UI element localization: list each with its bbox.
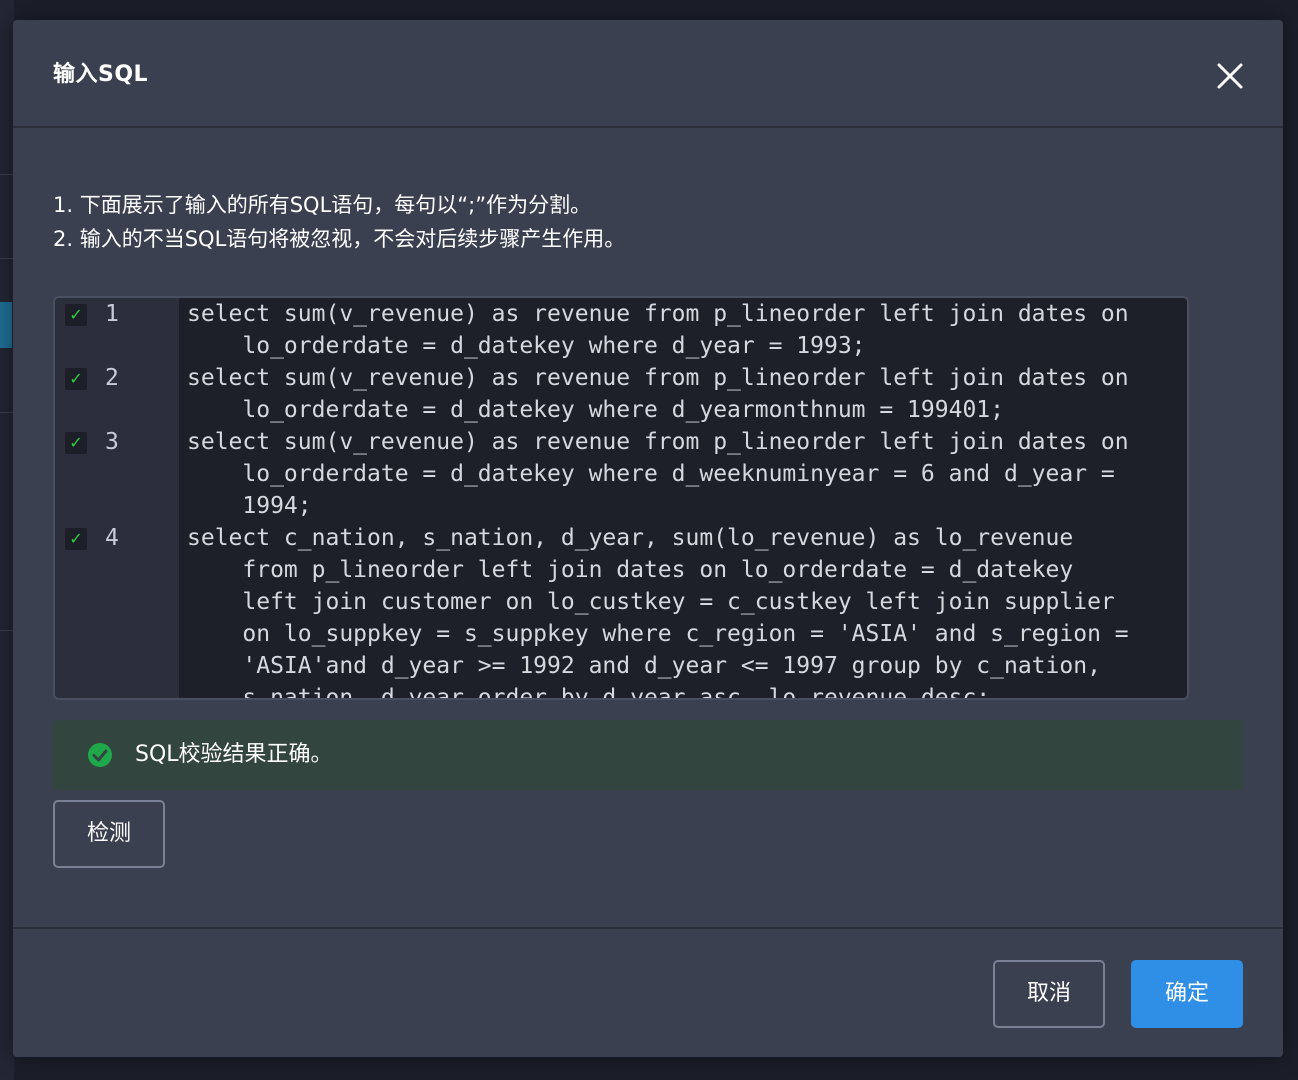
sql-input-dialog: 输入SQL 1. 下面展示了输入的所有SQL语句，每句以“;”作为分割。 2. … [13, 20, 1283, 1057]
check-circle-icon [88, 743, 112, 767]
code-line: s_nation, d_year order by d_year asc, lo… [187, 685, 991, 700]
validation-result-text: SQL校验结果正确。 [135, 742, 333, 767]
instruction-line-2: 2. 输入的不当SQL语句将被忽视，不会对后续步骤产生作用。 [53, 227, 626, 251]
code-line: lo_orderdate = d_datekey where d_yearmon… [187, 397, 1004, 423]
code-line: lo_orderdate = d_datekey where d_year = … [187, 333, 866, 359]
dialog-header: 输入SQL [13, 20, 1283, 128]
code-line: select sum(v_revenue) as revenue from p_… [187, 301, 1129, 327]
background-panel [0, 0, 14, 1080]
code-line: select sum(v_revenue) as revenue from p_… [187, 429, 1129, 455]
editor-gutter: ✓ 1 ✓ 2 ✓ 3 ✓ 4 [55, 298, 179, 698]
footer-divider [13, 927, 1283, 929]
code-line: from p_lineorder left join dates on lo_o… [187, 557, 1074, 583]
background-highlight [0, 302, 12, 348]
code-line: 1994; [187, 493, 312, 519]
close-icon [1217, 63, 1243, 89]
sql-editor[interactable]: ✓ 1 ✓ 2 ✓ 3 ✓ 4 select sum(v_revenue) as… [53, 296, 1189, 700]
background-divider [0, 174, 14, 175]
validation-result-banner: SQL校验结果正确。 [53, 720, 1243, 790]
code-line: left join customer on lo_custkey = c_cus… [187, 589, 1115, 615]
cancel-button[interactable]: 取消 [993, 960, 1105, 1028]
code-line: select sum(v_revenue) as revenue from p_… [187, 365, 1129, 391]
statement-checkbox[interactable]: ✓ [65, 368, 87, 390]
background-divider [0, 630, 14, 631]
instructions: 1. 下面展示了输入的所有SQL语句，每句以“;”作为分割。 2. 输入的不当S… [53, 188, 625, 256]
statement-checkbox[interactable]: ✓ [65, 528, 87, 550]
statement-number: 1 [105, 301, 119, 327]
statement-checkbox[interactable]: ✓ [65, 432, 87, 454]
statement-checkbox[interactable]: ✓ [65, 304, 87, 326]
instruction-line-1: 1. 下面展示了输入的所有SQL语句，每句以“;”作为分割。 [53, 193, 592, 217]
background-divider [0, 258, 14, 259]
code-line: on lo_suppkey = s_suppkey where c_region… [187, 621, 1129, 647]
close-button[interactable] [1212, 58, 1248, 94]
code-line: 'ASIA'and d_year >= 1992 and d_year <= 1… [187, 653, 1101, 679]
statement-number: 2 [105, 365, 119, 391]
background-divider [0, 412, 14, 413]
statement-number: 4 [105, 525, 119, 551]
statement-number: 3 [105, 429, 119, 455]
confirm-button[interactable]: 确定 [1131, 960, 1243, 1028]
check-button[interactable]: 检测 [53, 800, 165, 868]
code-line: lo_orderdate = d_datekey where d_weeknum… [187, 461, 1115, 487]
dialog-title: 输入SQL [53, 62, 149, 87]
code-line: select c_nation, s_nation, d_year, sum(l… [187, 525, 1074, 551]
code-area[interactable]: select sum(v_revenue) as revenue from p_… [179, 298, 1187, 698]
